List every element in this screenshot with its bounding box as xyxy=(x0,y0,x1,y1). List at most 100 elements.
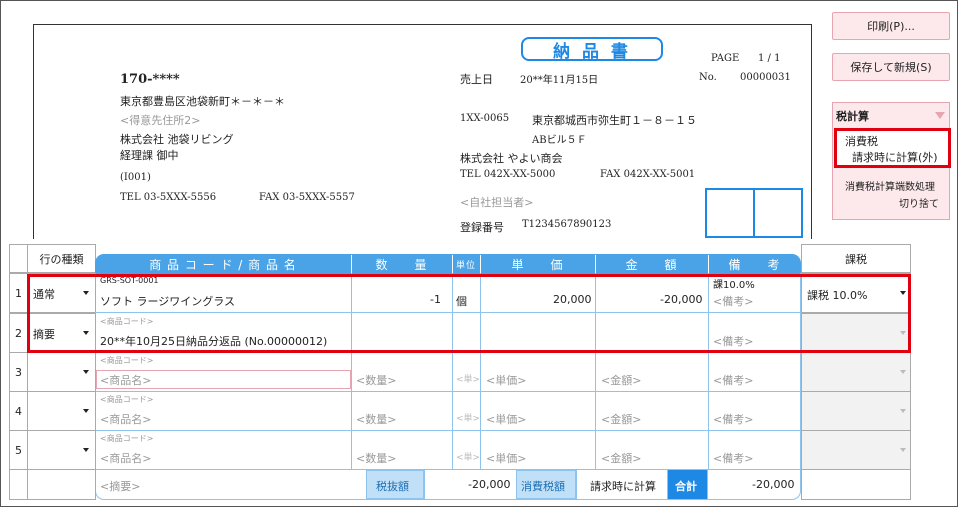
customer-code: (I001) xyxy=(120,172,151,183)
taxation-select[interactable] xyxy=(801,352,911,392)
product-code-field[interactable]: <商品コード> xyxy=(100,355,153,366)
summary-field[interactable]: <摘要> xyxy=(100,478,140,494)
sales-date-label: 売上日 xyxy=(460,73,493,86)
sales-date-value[interactable]: 20**年11月15日 xyxy=(520,71,598,86)
pretax-value: -20,000 xyxy=(468,478,511,491)
price-field[interactable]: <単価> xyxy=(486,372,526,388)
rounding-label: 消費税計算端数処理 xyxy=(845,182,935,193)
header-divider xyxy=(351,255,352,273)
chevron-down-icon[interactable] xyxy=(83,448,89,452)
column-divider xyxy=(595,391,596,430)
chevron-down-icon[interactable] xyxy=(83,370,89,374)
tax-setting-label: 消費税 xyxy=(845,135,878,148)
pretax-label: 税抜額 xyxy=(376,480,409,493)
taxation-select[interactable] xyxy=(801,391,911,431)
price-field[interactable]: <単価> xyxy=(486,450,526,466)
note-field[interactable]: <備考> xyxy=(713,450,753,466)
company-name: 株式会社 やよい商会 xyxy=(460,152,563,165)
taxation-select[interactable] xyxy=(801,430,911,470)
product-name-field[interactable]: <商品名> xyxy=(100,372,151,388)
print-button-label: 印刷(P)... xyxy=(867,20,915,33)
chevron-down-icon[interactable] xyxy=(900,409,906,413)
product-name-field[interactable]: <商品名> xyxy=(100,450,151,466)
rounding-value[interactable]: 切り捨て xyxy=(899,195,939,210)
document-title: 納 品 書 xyxy=(521,37,663,62)
grid-price-header: 単 価 xyxy=(511,257,564,272)
qty-field[interactable]: <数量> xyxy=(356,411,396,427)
column-divider xyxy=(351,430,352,469)
customer-fax: FAX 03-5XXX-5557 xyxy=(259,192,355,203)
qty-field[interactable]: <数量> xyxy=(356,450,396,466)
footer-divider xyxy=(707,469,708,500)
header-divider xyxy=(708,255,709,273)
product-code-field[interactable]: <商品コード> xyxy=(100,433,153,444)
collapse-chevron-icon[interactable] xyxy=(935,112,945,119)
chevron-down-icon[interactable] xyxy=(83,409,89,413)
chevron-down-icon[interactable] xyxy=(900,448,906,452)
row-number: 3 xyxy=(9,352,28,392)
customer-postal: 170-**** xyxy=(120,72,180,87)
save-new-button-label: 保存して新規(S) xyxy=(850,61,932,74)
chevron-down-icon[interactable] xyxy=(900,370,906,374)
product-code-field[interactable]: <商品コード> xyxy=(100,394,153,405)
footer-divider xyxy=(424,469,425,500)
tax-setting-value: 請求時に計算(外) xyxy=(852,151,938,164)
row-number: 2 xyxy=(9,313,28,353)
tax-amount-label: 消費税額 xyxy=(521,480,565,493)
header-divider xyxy=(480,255,481,273)
header-divider xyxy=(452,255,453,273)
row-type-header: 行の種類 xyxy=(27,244,96,273)
column-divider xyxy=(351,391,352,430)
price-field[interactable]: <単価> xyxy=(486,411,526,427)
row-divider xyxy=(95,430,801,431)
grid-note-header: 備 考 xyxy=(728,257,781,272)
note-field[interactable]: <備考> xyxy=(713,372,753,388)
column-divider xyxy=(452,352,453,391)
rows-highlight xyxy=(27,274,911,353)
grid-product-header: 商 品 コ ー ド / 商 品 名 xyxy=(149,257,297,272)
footer-taxation xyxy=(801,469,911,500)
note-field[interactable]: <備考> xyxy=(713,411,753,427)
column-divider xyxy=(480,391,481,430)
customer-address: 東京都豊島区池袋新町＊－＊－＊ xyxy=(120,95,285,108)
row-number: 4 xyxy=(9,391,28,431)
row-number-header xyxy=(9,244,28,273)
column-divider xyxy=(351,352,352,391)
total-value: -20,000 xyxy=(752,478,795,491)
unit-field[interactable]: <単> xyxy=(456,450,480,463)
column-divider xyxy=(480,430,481,469)
row-number: 1 xyxy=(9,273,28,313)
amount-field[interactable]: <金額> xyxy=(601,411,641,427)
tax-calc-label: 税計算 xyxy=(836,110,869,123)
slip-no-value[interactable]: 00000031 xyxy=(740,72,791,83)
amount-field[interactable]: <金額> xyxy=(601,372,641,388)
row-number: 5 xyxy=(9,430,28,470)
company-tel: TEL 042X-XX-5000 xyxy=(460,169,556,180)
column-divider xyxy=(708,391,709,430)
qty-field[interactable]: <数量> xyxy=(356,372,396,388)
unit-field[interactable]: <単> xyxy=(456,411,480,424)
total-label: 合計 xyxy=(675,480,697,493)
grid-amount-header: 金 額 xyxy=(625,257,678,272)
print-button[interactable]: 印刷(P)... xyxy=(832,12,950,40)
taxation-header: 課税 xyxy=(801,244,911,273)
column-divider xyxy=(480,352,481,391)
footer-divider xyxy=(516,469,517,500)
customer-address2-field[interactable]: <得意先住所2> xyxy=(120,112,200,128)
amount-field[interactable]: <金額> xyxy=(601,450,641,466)
column-divider xyxy=(452,430,453,469)
footer-divider xyxy=(576,469,577,500)
customer-dept: 経理課 御中 xyxy=(120,149,179,162)
column-divider xyxy=(595,430,596,469)
header-divider xyxy=(595,255,596,273)
footer-divider xyxy=(366,469,367,500)
save-new-button[interactable]: 保存して新規(S) xyxy=(832,53,950,81)
staff-field[interactable]: <自社担当者> xyxy=(460,194,533,210)
unit-field[interactable]: <単> xyxy=(456,372,480,385)
footer-row-type xyxy=(27,469,96,500)
product-name-field[interactable]: <商品名> xyxy=(100,411,151,427)
grid-unit-header: 単位 xyxy=(455,260,476,271)
registration-number: T1234567890123 xyxy=(522,219,612,230)
company-fax: FAX 042X-XX-5001 xyxy=(600,169,696,180)
company-address: 東京都城西市弥生町１－８－１５ xyxy=(532,114,697,127)
